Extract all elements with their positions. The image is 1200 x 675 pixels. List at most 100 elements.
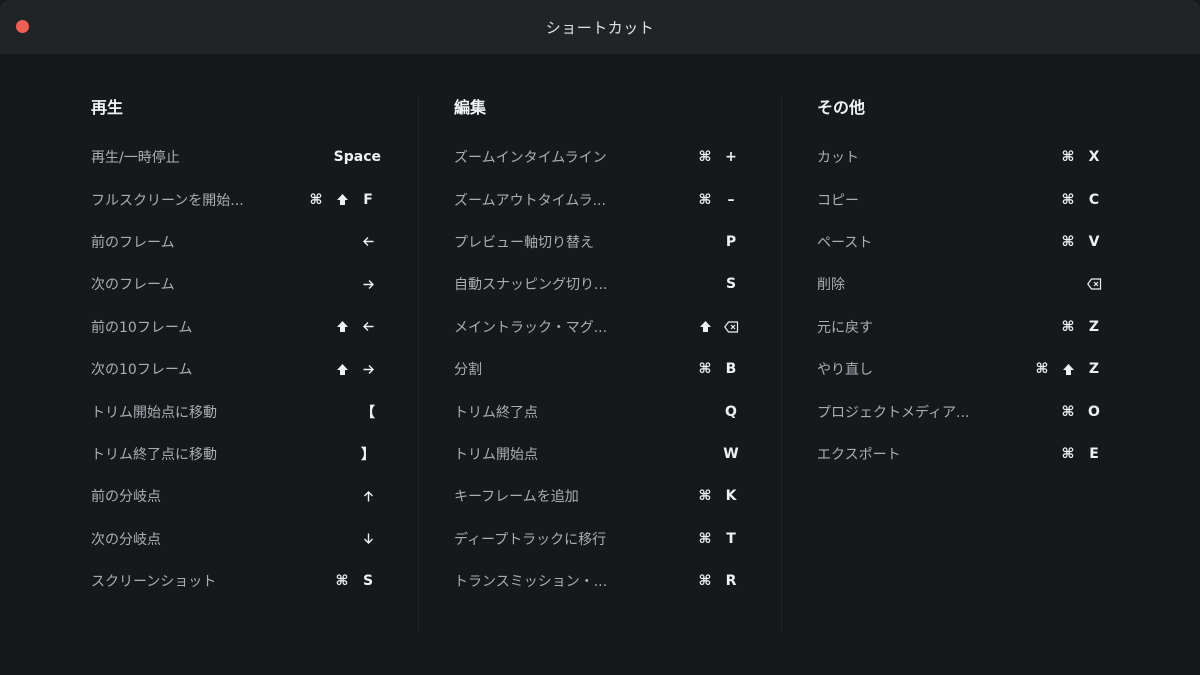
key-cap: K: [725, 488, 737, 505]
key-combo: 【: [355, 402, 381, 422]
column-edit: 編集 ズームインタイムライン ⌘ + ズームアウトタイムラ... ⌘ – プレビュー軸切り替…: [454, 96, 744, 602]
column-divider: [418, 96, 419, 631]
command-key: ⌘: [698, 361, 712, 378]
key-cap: F: [363, 191, 373, 208]
shortcut-row: ズームアウトタイムラ... ⌘ –: [454, 178, 744, 220]
key-combo: ⌘ +: [692, 149, 744, 165]
column-divider: [781, 96, 782, 631]
shortcut-row: プロジェクトメディア... ⌘ O: [817, 390, 1107, 432]
command-key: ⌘: [1061, 403, 1075, 420]
key-combo: ⌘ Z: [1029, 361, 1107, 377]
key-cap: –: [727, 191, 735, 208]
shortcut-row: 前の分岐点: [91, 475, 381, 517]
key-combo: Q: [718, 404, 744, 420]
shortcut-label: 再生/一時停止: [91, 150, 180, 167]
shortcut-row: コピー ⌘ C: [817, 178, 1107, 220]
shortcut-label: 自動スナッピング切り...: [454, 277, 608, 294]
key-combo: [355, 235, 381, 248]
key-combo: ⌘ S: [329, 573, 381, 589]
shortcut-row: やり直し ⌘ Z: [817, 348, 1107, 390]
shortcut-label: 次の分岐点: [91, 531, 161, 548]
column-heading: その他: [817, 98, 866, 117]
shortcut-label: ディープトラックに移行: [454, 531, 607, 548]
arrow-right-icon: [355, 278, 381, 291]
column-playback: 再生 再生/一時停止 Space フルスクリーンを開始... ⌘ F 前のフレーム 次のフレ…: [91, 96, 381, 602]
shortcut-label: 次のフレーム: [91, 277, 175, 294]
key-combo: ⌘ K: [692, 488, 744, 504]
key-combo: ⌘ F: [303, 192, 381, 208]
shortcut-label: トリム終了点: [454, 404, 538, 421]
command-key: ⌘: [698, 530, 712, 547]
shortcut-row: キーフレームを追加 ⌘ K: [454, 475, 744, 517]
shortcut-row: 前の10フレーム: [91, 306, 381, 348]
key-cap: R: [725, 573, 737, 590]
shift-icon: [329, 193, 355, 206]
column-other: その他 カット ⌘ X コピー ⌘ C ペースト ⌘ V 削除 元に戻す ⌘ Z やり直し ⌘ Z プロジェクト…: [817, 96, 1107, 475]
key-combo: ⌘ –: [692, 192, 744, 208]
shortcut-list: カット ⌘ X コピー ⌘ C ペースト ⌘ V 削除 元に戻す ⌘ Z やり直し ⌘ Z プロジェクトメディア…: [817, 136, 1107, 475]
shortcut-label: トリム終了点に移動: [91, 446, 217, 463]
key-combo: P: [718, 234, 744, 250]
key-cap: W: [723, 445, 739, 462]
key-combo: [355, 532, 381, 545]
key-cap: P: [725, 233, 737, 250]
shortcut-row: ディープトラックに移行 ⌘ T: [454, 518, 744, 560]
arrow-down-icon: [355, 532, 381, 545]
shortcut-row: ズームインタイムライン ⌘ +: [454, 136, 744, 178]
shortcut-list: ズームインタイムライン ⌘ + ズームアウトタイムラ... ⌘ – プレビュー軸切り替え P 自…: [454, 136, 744, 602]
title-bar: ショートカット: [0, 0, 1200, 54]
shortcut-label: 前のフレーム: [91, 234, 175, 251]
shortcut-label: フルスクリーンを開始...: [91, 192, 244, 209]
shortcut-row: 削除: [817, 263, 1107, 305]
delete-icon: [718, 321, 744, 333]
shortcut-label: エクスポート: [817, 446, 901, 463]
key-combo: [329, 320, 381, 333]
shortcut-row: トランスミッション・... ⌘ R: [454, 560, 744, 602]
shortcut-label: プロジェクトメディア...: [817, 404, 970, 421]
shortcut-label: 次の10フレーム: [91, 362, 193, 379]
delete-icon: [1081, 278, 1107, 290]
key-cap: S: [725, 276, 737, 293]
shortcut-label: プレビュー軸切り替え: [454, 234, 594, 251]
key-combo: W: [718, 446, 744, 462]
key-combo: ⌘ O: [1055, 404, 1107, 420]
shift-icon: [329, 363, 355, 376]
key-cap: Space: [333, 149, 381, 166]
shift-icon: [1055, 363, 1081, 376]
shortcut-label: やり直し: [817, 362, 873, 379]
shift-icon: [329, 320, 355, 333]
command-key: ⌘: [309, 191, 323, 208]
key-cap: Z: [1088, 361, 1100, 378]
shortcut-label: トランスミッション・...: [454, 574, 608, 591]
shortcut-label: 分割: [454, 362, 482, 379]
shortcut-row: ペースト ⌘ V: [817, 221, 1107, 263]
shortcut-row: 次の10フレーム: [91, 348, 381, 390]
key-combo: [355, 490, 381, 503]
close-button[interactable]: [16, 20, 29, 33]
shortcuts-window: ショートカット 再生 再生/一時停止 Space フルスクリーンを開始... ⌘ F 前の…: [0, 0, 1200, 675]
shortcut-label: コピー: [817, 192, 859, 209]
command-key: ⌘: [1035, 361, 1049, 378]
shortcut-label: メイントラック・マグ...: [454, 319, 608, 336]
key-combo: [329, 363, 381, 376]
command-key: ⌘: [335, 573, 349, 590]
command-key: ⌘: [698, 573, 712, 590]
shortcut-row: プレビュー軸切り替え P: [454, 221, 744, 263]
key-cap: 】: [361, 446, 375, 463]
shortcut-row: トリム終了点 Q: [454, 390, 744, 432]
shift-icon: [692, 320, 718, 333]
key-combo: S: [718, 276, 744, 292]
key-combo: ⌘ B: [692, 361, 744, 377]
shortcut-row: 自動スナッピング切り... S: [454, 263, 744, 305]
key-cap: V: [1088, 233, 1100, 250]
key-combo: ⌘ E: [1055, 446, 1107, 462]
shortcut-row: メイントラック・マグ...: [454, 306, 744, 348]
shortcut-label: トリム開始点に移動: [91, 404, 217, 421]
command-key: ⌘: [698, 191, 712, 208]
shortcut-label: ズームアウトタイムラ...: [454, 192, 606, 209]
command-key: ⌘: [698, 149, 712, 166]
shortcut-row: 次の分岐点: [91, 518, 381, 560]
shortcut-row: 分割 ⌘ B: [454, 348, 744, 390]
command-key: ⌘: [1061, 318, 1075, 335]
window-title: ショートカット: [545, 18, 655, 37]
